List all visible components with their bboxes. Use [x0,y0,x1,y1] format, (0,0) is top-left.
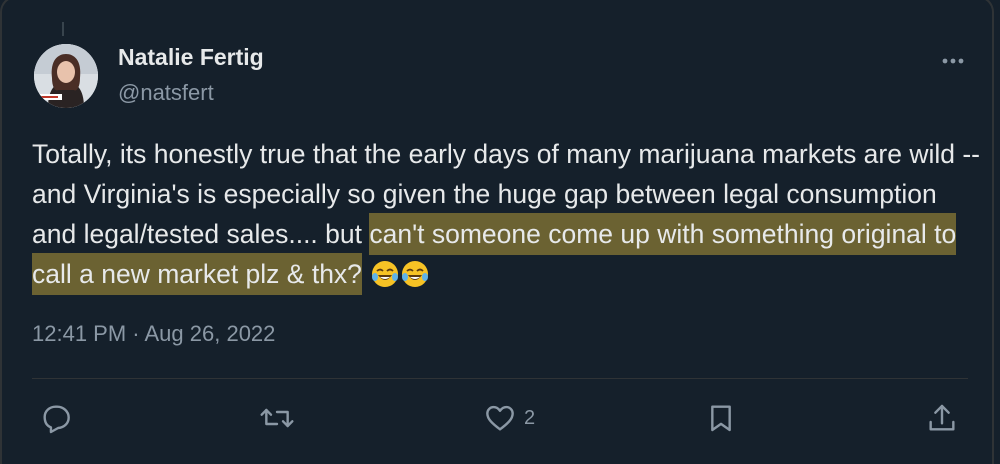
more-icon [942,58,964,64]
thread-connector-line [62,22,64,36]
tweet-text: Totally, its honestly true that the earl… [32,134,980,295]
more-options-button[interactable] [936,50,970,72]
like-count: 2 [524,406,536,429]
author-handle[interactable]: @natsfert [118,80,214,106]
share-button[interactable] [926,398,958,438]
heart-icon [486,405,514,431]
reply-button[interactable] [40,398,72,438]
retweet-button[interactable] [259,398,295,438]
bookmark-button[interactable] [705,398,737,438]
like-button[interactable]: 2 [484,398,535,438]
author-name[interactable]: Natalie Fertig [118,44,264,71]
retweet-icon [260,408,294,428]
reply-icon [43,405,70,434]
avatar[interactable] [34,44,98,108]
bookmark-icon [711,405,731,432]
tweet-timestamp[interactable]: 12:41 PM · Aug 26, 2022 [32,321,275,347]
share-icon [929,404,955,431]
divider [32,378,968,379]
tears-of-joy-emoji-icon [372,261,399,287]
tears-of-joy-emoji-icon [402,261,429,287]
